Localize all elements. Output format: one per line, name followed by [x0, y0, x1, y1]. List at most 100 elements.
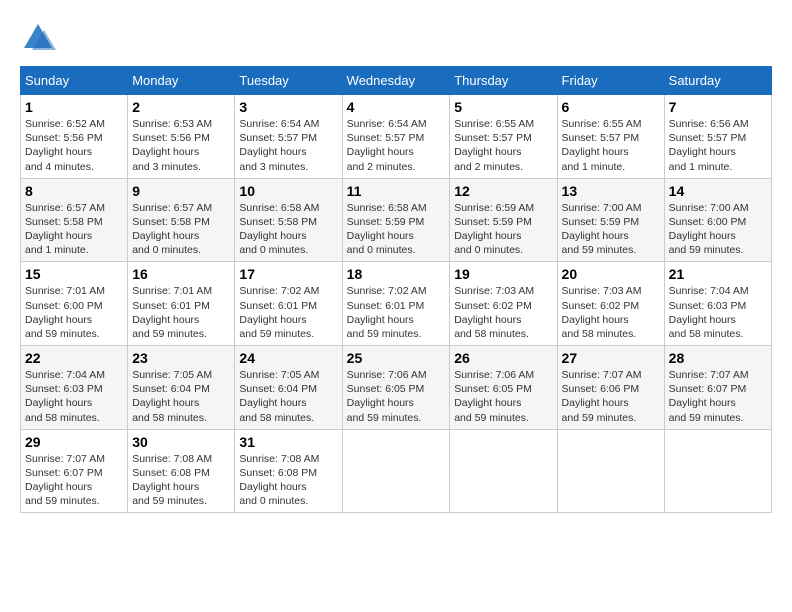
day-number: 11	[347, 183, 446, 199]
calendar-cell: 23Sunrise: 7:05 AMSunset: 6:04 PMDayligh…	[128, 346, 235, 430]
daylight-detail: and 58 minutes.	[239, 412, 314, 424]
day-info: Sunrise: 7:01 AMSunset: 6:00 PMDaylight …	[25, 284, 123, 341]
daylight-line: Daylight hours	[669, 397, 736, 409]
daylight-detail: and 2 minutes.	[454, 161, 523, 173]
calendar-cell	[557, 429, 664, 513]
daylight-line: Daylight hours	[25, 146, 92, 158]
daylight-detail: and 0 minutes.	[347, 244, 416, 256]
daylight-line: Daylight hours	[562, 230, 629, 242]
sunset-line: Sunset: 5:59 PM	[562, 216, 640, 228]
day-number: 17	[239, 266, 337, 282]
sunset-line: Sunset: 6:02 PM	[454, 300, 532, 312]
sunrise-line: Sunrise: 6:58 AM	[347, 202, 427, 214]
daylight-detail: and 3 minutes.	[239, 161, 308, 173]
daylight-detail: and 1 minute.	[562, 161, 626, 173]
sunrise-line: Sunrise: 6:52 AM	[25, 118, 105, 130]
sunset-line: Sunset: 5:56 PM	[25, 132, 103, 144]
logo	[20, 20, 60, 56]
day-info: Sunrise: 7:08 AM Sunset: 6:08 PM Daylight …	[239, 452, 337, 509]
calendar-cell: 5Sunrise: 6:55 AMSunset: 5:57 PMDaylight…	[450, 95, 557, 179]
sunset-line: Sunset: 5:56 PM	[132, 132, 210, 144]
day-number: 14	[669, 183, 767, 199]
sunrise-line: Sunrise: 6:55 AM	[562, 118, 642, 130]
sunrise-line: Sunrise: 7:01 AM	[25, 285, 105, 297]
weekday-header-friday: Friday	[557, 67, 664, 95]
daylight-detail: and 4 minutes.	[25, 161, 94, 173]
sunrise-line: Sunrise: 6:53 AM	[132, 118, 212, 130]
day-number: 4	[347, 99, 446, 115]
day-info: Sunrise: 7:01 AMSunset: 6:01 PMDaylight …	[132, 284, 230, 341]
daylight-detail: and 59 minutes.	[454, 412, 529, 424]
day-info: Sunrise: 6:57 AMSunset: 5:58 PMDaylight …	[25, 201, 123, 258]
day-info: Sunrise: 6:52 AM Sunset: 5:56 PM Daylight …	[25, 117, 123, 174]
sunset-line: Sunset: 5:58 PM	[239, 216, 317, 228]
calendar-cell	[450, 429, 557, 513]
daylight-line: Daylight hours	[669, 146, 736, 158]
daylight-detail: and 59 minutes.	[25, 328, 100, 340]
sunrise-line: Sunrise: 6:58 AM	[239, 202, 319, 214]
day-number: 2	[132, 99, 230, 115]
calendar-cell: 16Sunrise: 7:01 AMSunset: 6:01 PMDayligh…	[128, 262, 235, 346]
daylight-line: Daylight hours	[669, 230, 736, 242]
calendar-cell: 8Sunrise: 6:57 AMSunset: 5:58 PMDaylight…	[21, 178, 128, 262]
sunset-line: Sunset: 6:00 PM	[25, 300, 103, 312]
daylight-detail: and 0 minutes.	[132, 244, 201, 256]
sunset-line: Sunset: 6:01 PM	[347, 300, 425, 312]
daylight-line: Daylight hours	[25, 481, 92, 493]
calendar-week-3: 15Sunrise: 7:01 AMSunset: 6:00 PMDayligh…	[21, 262, 772, 346]
daylight-line: Daylight hours	[454, 314, 521, 326]
sunset-line: Sunset: 6:07 PM	[669, 383, 747, 395]
daylight-detail: and 3 minutes.	[132, 161, 201, 173]
day-number: 10	[239, 183, 337, 199]
daylight-line: Daylight hours	[132, 481, 199, 493]
daylight-line: Daylight hours	[239, 146, 306, 158]
sunset-line: Sunset: 5:57 PM	[347, 132, 425, 144]
daylight-line: Daylight hours	[669, 314, 736, 326]
day-number: 28	[669, 350, 767, 366]
sunset-line: Sunset: 6:03 PM	[25, 383, 103, 395]
sunrise-line: Sunrise: 7:02 AM	[239, 285, 319, 297]
daylight-line: Daylight hours	[239, 481, 306, 493]
calendar-cell: 26Sunrise: 7:06 AMSunset: 6:05 PMDayligh…	[450, 346, 557, 430]
day-info: Sunrise: 7:07 AMSunset: 6:07 PMDaylight …	[25, 452, 123, 509]
day-number: 22	[25, 350, 123, 366]
calendar-week-5: 29Sunrise: 7:07 AMSunset: 6:07 PMDayligh…	[21, 429, 772, 513]
daylight-detail: and 59 minutes.	[347, 328, 422, 340]
sunset-line: Sunset: 6:08 PM	[239, 467, 317, 479]
sunset-line: Sunset: 5:58 PM	[25, 216, 103, 228]
daylight-detail: and 2 minutes.	[347, 161, 416, 173]
daylight-line: Daylight hours	[132, 314, 199, 326]
daylight-detail: and 59 minutes.	[669, 412, 744, 424]
day-number: 31	[239, 434, 337, 450]
sunrise-line: Sunrise: 7:08 AM	[132, 453, 212, 465]
day-info: Sunrise: 6:55 AMSunset: 5:57 PMDaylight …	[562, 117, 660, 174]
daylight-detail: and 0 minutes.	[239, 495, 308, 507]
day-info: Sunrise: 6:56 AMSunset: 5:57 PMDaylight …	[669, 117, 767, 174]
day-info: Sunrise: 7:08 AMSunset: 6:08 PMDaylight …	[132, 452, 230, 509]
calendar-cell: 25Sunrise: 7:06 AMSunset: 6:05 PMDayligh…	[342, 346, 450, 430]
daylight-line: Daylight hours	[562, 397, 629, 409]
calendar-cell: 11 Sunrise: 6:58 AMSunset: 5:59 PMDayligh…	[342, 178, 450, 262]
day-info: Sunrise: 7:03 AMSunset: 6:02 PMDaylight …	[562, 284, 660, 341]
weekday-header-tuesday: Tuesday	[235, 67, 342, 95]
daylight-line: Daylight hours	[132, 230, 199, 242]
day-info: Sunrise: 6:55 AMSunset: 5:57 PMDaylight …	[454, 117, 552, 174]
daylight-line: Daylight hours	[454, 230, 521, 242]
sunrise-line: Sunrise: 6:57 AM	[132, 202, 212, 214]
day-number: 1	[25, 99, 123, 115]
calendar-cell: 9Sunrise: 6:57 AMSunset: 5:58 PMDaylight…	[128, 178, 235, 262]
sunset-line: Sunset: 5:57 PM	[562, 132, 640, 144]
day-info: Sunrise: 6:57 AMSunset: 5:58 PMDaylight …	[132, 201, 230, 258]
calendar-cell: 4Sunrise: 6:54 AMSunset: 5:57 PMDaylight…	[342, 95, 450, 179]
daylight-detail: and 59 minutes.	[132, 328, 207, 340]
daylight-line: Daylight hours	[562, 314, 629, 326]
day-info: Sunrise: 6:58 AMSunset: 5:59 PMDaylight …	[347, 201, 446, 258]
day-info: Sunrise: 7:05 AMSunset: 6:04 PMDaylight …	[132, 368, 230, 425]
sunrise-line: Sunrise: 6:57 AM	[25, 202, 105, 214]
sunrise-line: Sunrise: 7:08 AM	[239, 453, 319, 465]
sunrise-line: Sunrise: 6:54 AM	[347, 118, 427, 130]
sunrise-line: Sunrise: 7:00 AM	[669, 202, 749, 214]
daylight-detail: and 59 minutes.	[562, 412, 637, 424]
day-number: 25	[347, 350, 446, 366]
calendar-cell: 13Sunrise: 7:00 AMSunset: 5:59 PMDayligh…	[557, 178, 664, 262]
